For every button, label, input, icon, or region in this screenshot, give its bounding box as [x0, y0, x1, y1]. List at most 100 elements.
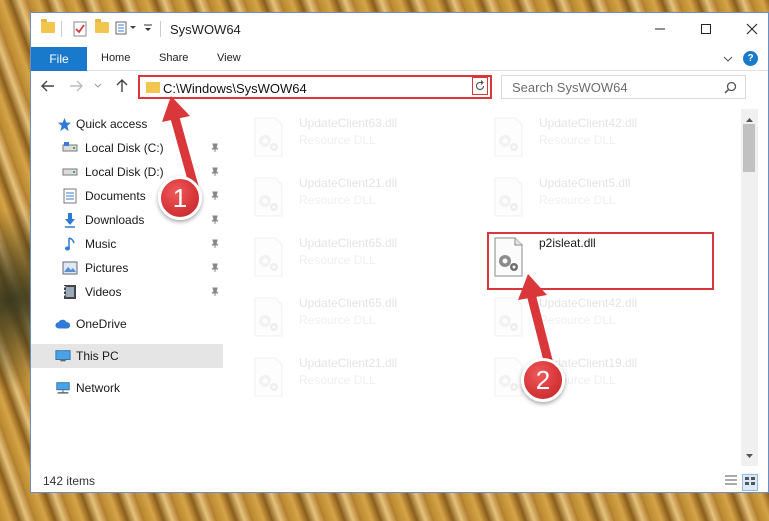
- refresh-icon[interactable]: [472, 77, 494, 101]
- file-type: Resource DLL: [539, 313, 616, 327]
- file-item[interactable]: UpdateClient42.dll Resource DLL: [471, 109, 701, 165]
- file-name: UpdateClient65.dll: [299, 236, 398, 250]
- file-name: UpdateClient21.dll: [299, 176, 398, 190]
- back-arrow-icon[interactable]: [39, 77, 57, 95]
- folder-icon: [41, 19, 55, 33]
- minimize-button[interactable]: [637, 13, 683, 45]
- file-type: Resource DLL: [539, 133, 616, 147]
- pin-icon[interactable]: [210, 214, 220, 228]
- sidebar-item-music[interactable]: Music: [31, 232, 223, 256]
- window-title: SysWOW64: [170, 22, 241, 37]
- file-type: Resource DLL: [539, 193, 616, 207]
- sidebar-item-label: This PC: [76, 349, 119, 363]
- search-icon[interactable]: [724, 81, 737, 97]
- file-list: UpdateClient63.dll Resource DLL UpdateCl…: [231, 109, 741, 466]
- up-arrow-icon[interactable]: [113, 77, 131, 95]
- tab-home[interactable]: Home: [101, 52, 130, 64]
- file-item-p2isleat[interactable]: p2isleat.dll: [471, 229, 701, 285]
- separator: [61, 21, 62, 37]
- tab-share[interactable]: Share: [159, 52, 188, 64]
- large-icons-view-icon[interactable]: [742, 474, 758, 491]
- drive-icon: [62, 140, 78, 156]
- maximize-button[interactable]: [683, 13, 729, 45]
- file-item[interactable]: UpdateClient21.dll Resource DLL: [231, 349, 461, 405]
- ribbon: File Home Share View ?: [31, 47, 768, 71]
- file-name: p2isleat.dll: [539, 236, 596, 250]
- title-bar: SysWOW64: [31, 13, 768, 47]
- file-item[interactable]: UpdateClient5.dll Resource DLL: [471, 169, 701, 225]
- drive-icon: [62, 164, 78, 180]
- dll-file-icon: [491, 117, 525, 157]
- videos-icon: [62, 284, 78, 300]
- file-name: UpdateClient5.dll: [539, 176, 631, 190]
- sidebar-item-this-pc[interactable]: This PC: [31, 344, 223, 368]
- close-button[interactable]: [729, 13, 768, 45]
- sidebar-item-label: Videos: [85, 285, 122, 299]
- new-folder-icon[interactable]: [95, 19, 109, 33]
- sidebar-item-label: Quick access: [76, 117, 148, 131]
- download-icon: [62, 212, 78, 228]
- forward-arrow-icon[interactable]: [67, 77, 85, 95]
- dll-file-icon: [251, 117, 285, 157]
- dll-file-icon: [251, 357, 285, 397]
- file-item[interactable]: UpdateClient21.dll Resource DLL: [231, 169, 461, 225]
- scrollbar-thumb[interactable]: [743, 124, 755, 172]
- file-type: Resource DLL: [299, 373, 376, 387]
- sidebar-item-label: Downloads: [85, 213, 145, 227]
- separator: [160, 21, 161, 37]
- file-item[interactable]: UpdateClient63.dll Resource DLL: [231, 109, 461, 165]
- pin-icon[interactable]: [210, 166, 220, 180]
- navigation-pane: Quick access Local Disk (C:) Local Disk …: [31, 103, 223, 466]
- sidebar-item-label: Network: [76, 381, 121, 395]
- sidebar-item-network[interactable]: Network: [31, 376, 223, 400]
- address-path[interactable]: C:\Windows\SysWOW64: [163, 81, 307, 96]
- details-view-icon[interactable]: [724, 474, 738, 491]
- sidebar-item-label: Local Disk (C:): [85, 141, 164, 155]
- sidebar-item-pictures[interactable]: Pictures: [31, 256, 223, 280]
- recent-locations-icon[interactable]: [89, 77, 107, 95]
- tab-file[interactable]: File: [31, 47, 87, 71]
- pin-icon[interactable]: [210, 262, 220, 276]
- file-name: UpdateClient21.dll: [299, 356, 398, 370]
- help-icon[interactable]: ?: [743, 51, 758, 66]
- pin-icon[interactable]: [210, 142, 220, 156]
- sidebar-item-videos[interactable]: Videos: [31, 280, 223, 304]
- dropdown-arrow-icon[interactable]: [143, 23, 153, 33]
- sidebar-item-quick-access[interactable]: Quick access: [31, 112, 223, 136]
- file-type: Resource DLL: [299, 253, 376, 267]
- sidebar-item-label: Music: [85, 237, 117, 251]
- scroll-down-arrow-icon[interactable]: [745, 448, 754, 462]
- dll-file-icon: [491, 357, 525, 397]
- tab-view[interactable]: View: [217, 52, 241, 64]
- dll-file-icon: [491, 297, 525, 337]
- file-item[interactable]: UpdateClient19.dll Resource DLL: [471, 349, 701, 405]
- pin-icon[interactable]: [210, 286, 220, 300]
- file-item[interactable]: UpdateClient65.dll Resource DLL: [231, 229, 461, 285]
- status-bar: 142 items: [31, 469, 768, 492]
- sidebar-item-onedrive[interactable]: OneDrive: [31, 312, 223, 336]
- dll-file-icon: [491, 177, 525, 217]
- dll-file-icon: [491, 237, 525, 277]
- pin-icon[interactable]: [210, 190, 220, 204]
- search-placeholder: Search SysWOW64: [512, 80, 628, 95]
- sidebar-item-label: OneDrive: [76, 317, 127, 331]
- file-item[interactable]: UpdateClient65.dll Resource DLL: [231, 289, 461, 345]
- customize-quick-access-icon[interactable]: [115, 21, 139, 35]
- dll-file-icon: [251, 237, 285, 277]
- dll-file-icon: [251, 297, 285, 337]
- search-input[interactable]: Search SysWOW64: [501, 75, 746, 99]
- sidebar-item-local-disk-c[interactable]: Local Disk (C:): [31, 136, 223, 160]
- vertical-scrollbar[interactable]: [741, 109, 758, 466]
- network-icon: [55, 380, 71, 396]
- file-explorer-window: SysWOW64 File Home Share View ? C:\Windo…: [30, 12, 769, 493]
- dll-file-icon: [251, 177, 285, 217]
- file-item[interactable]: UpdateClient42.dll Resource DLL: [471, 289, 701, 345]
- sidebar-item-label: Local Disk (D:): [85, 165, 164, 179]
- expand-ribbon-icon[interactable]: [723, 52, 733, 66]
- pin-icon[interactable]: [210, 238, 220, 252]
- computer-icon: [55, 348, 71, 364]
- file-name: UpdateClient42.dll: [539, 296, 638, 310]
- address-bar[interactable]: C:\Windows\SysWOW64: [138, 75, 492, 99]
- properties-icon[interactable]: [73, 21, 87, 37]
- pictures-icon: [62, 260, 78, 276]
